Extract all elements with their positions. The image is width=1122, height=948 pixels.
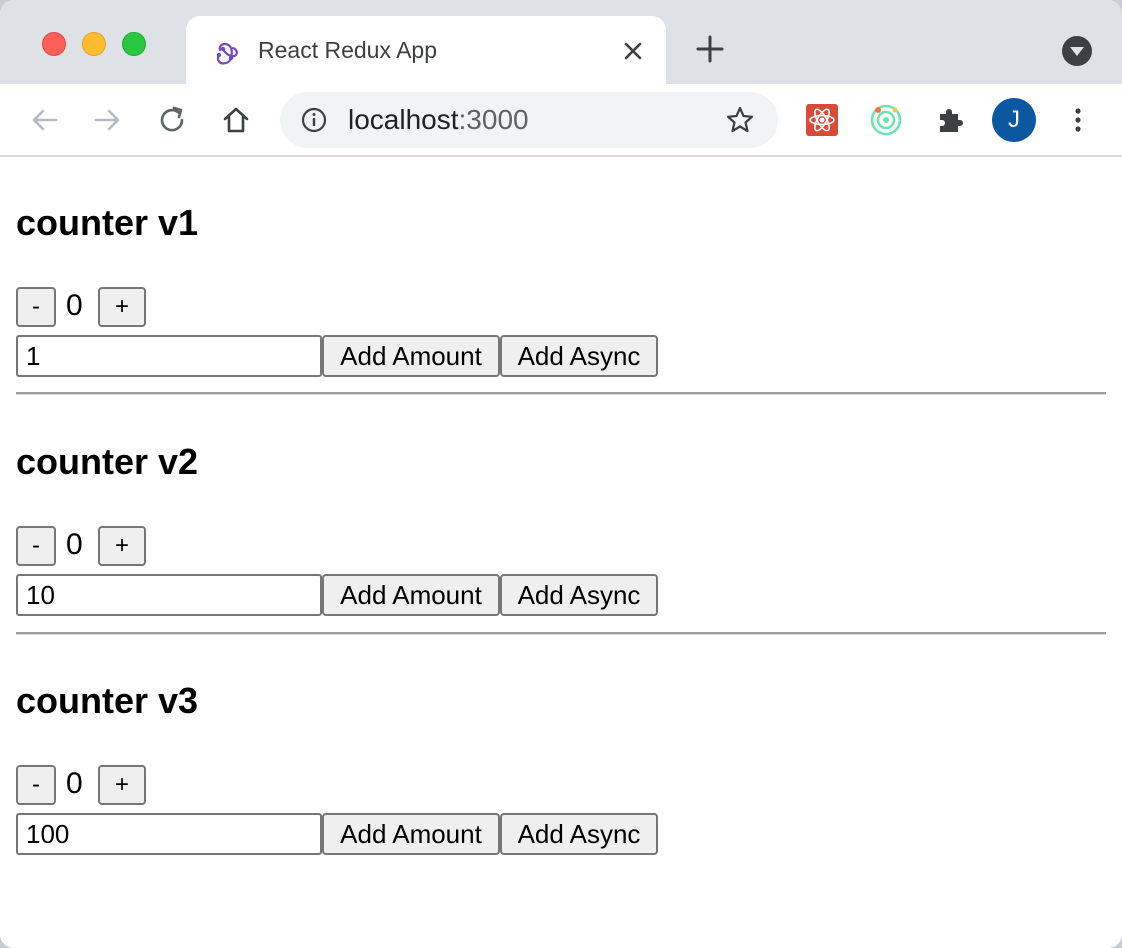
counter-value: 0: [66, 767, 83, 800]
new-tab-button[interactable]: [692, 31, 728, 67]
page-content: counter v1 - 0 + Add Amount Add Async co…: [0, 159, 1122, 948]
tab-react-redux-app[interactable]: React Redux App: [186, 16, 666, 84]
home-icon[interactable]: [216, 100, 256, 140]
minimize-window-button[interactable]: [82, 32, 106, 56]
increment-button[interactable]: +: [98, 287, 146, 327]
counter-title: counter v1: [16, 202, 199, 243]
site-info-icon[interactable]: [300, 106, 328, 134]
extensions-puzzle-icon[interactable]: [930, 100, 970, 140]
decrement-button[interactable]: -: [16, 287, 56, 327]
counter-title: counter v2: [16, 441, 199, 482]
back-arrow-icon[interactable]: [24, 100, 64, 140]
forward-arrow-icon[interactable]: [88, 100, 128, 140]
add-async-button[interactable]: Add Async: [500, 574, 658, 616]
profile-avatar[interactable]: J: [992, 98, 1036, 142]
tab-strip: React Redux App: [0, 0, 1122, 84]
add-async-button[interactable]: Add Async: [500, 813, 658, 855]
browser-window: React Redux App localhost:3000 J counter…: [0, 0, 1122, 948]
counter-title: counter v3: [16, 680, 199, 721]
url-host: localhost: [348, 104, 459, 135]
url-text[interactable]: localhost:3000: [348, 105, 529, 135]
decrement-button[interactable]: -: [16, 526, 56, 566]
reload-icon[interactable]: [152, 100, 192, 140]
tab-close-icon[interactable]: [618, 36, 648, 66]
tab-title: React Redux App: [258, 37, 438, 63]
redux-devtools-extension-icon[interactable]: [866, 100, 906, 140]
url-port: :3000: [458, 104, 529, 135]
divider: [16, 632, 1106, 635]
add-amount-button[interactable]: Add Amount: [322, 335, 500, 377]
counter-value: 0: [66, 289, 83, 322]
add-amount-button[interactable]: Add Amount: [322, 574, 500, 616]
browser-toolbar: localhost:3000: [0, 84, 1122, 157]
decrement-button[interactable]: -: [16, 765, 56, 805]
counter-value: 0: [66, 528, 83, 561]
divider: [16, 392, 1106, 395]
amount-input[interactable]: [16, 335, 322, 377]
amount-input[interactable]: [16, 574, 322, 616]
close-window-button[interactable]: [42, 32, 66, 56]
browser-menu-icon[interactable]: [1058, 100, 1098, 140]
react-devtools-extension-icon[interactable]: [802, 100, 842, 140]
amount-input[interactable]: [16, 813, 322, 855]
add-async-button[interactable]: Add Async: [500, 335, 658, 377]
maximize-window-button[interactable]: [122, 32, 146, 56]
address-bar[interactable]: localhost:3000: [280, 92, 778, 148]
redux-icon: [216, 42, 238, 65]
add-amount-button[interactable]: Add Amount: [322, 813, 500, 855]
bookmark-star-icon[interactable]: [724, 104, 756, 136]
increment-button[interactable]: +: [98, 526, 146, 566]
increment-button[interactable]: +: [98, 765, 146, 805]
tab-search-button[interactable]: [1062, 36, 1092, 66]
